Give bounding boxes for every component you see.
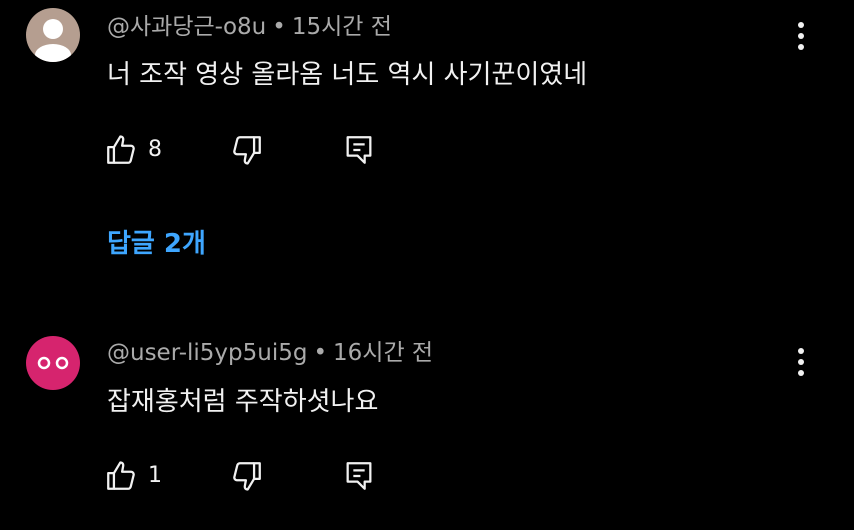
more-options-button[interactable]	[788, 345, 814, 379]
meta-separator: •	[313, 340, 328, 366]
dislike-button[interactable]	[230, 456, 264, 496]
like-count: 8	[148, 137, 162, 162]
like-count: 1	[148, 463, 162, 488]
reply-button[interactable]	[342, 456, 376, 496]
reply-comment-icon	[346, 462, 372, 490]
meta-separator: •	[272, 14, 286, 40]
avatar[interactable]	[26, 8, 80, 62]
comment-text: 잡재홍처럼 주작하셧나요	[107, 387, 379, 417]
avatar[interactable]	[26, 336, 80, 390]
dislike-button[interactable]	[230, 130, 264, 170]
thumbs-down-icon	[233, 462, 261, 491]
reply-comment-icon	[346, 136, 372, 164]
vertical-dots-icon	[798, 348, 804, 376]
comment-time: 15시간 전	[291, 14, 392, 40]
more-options-button[interactable]	[788, 19, 814, 53]
comment-actions: 1	[104, 456, 404, 496]
thumbs-down-icon	[233, 136, 261, 165]
comment-actions: 8	[104, 130, 404, 170]
like-button[interactable]: 8	[104, 130, 162, 170]
thumbs-up-icon	[107, 461, 135, 490]
comment-meta: @user-li5yp5ui5g • 16시간 전	[107, 338, 433, 368]
two-circles-icon	[26, 336, 80, 390]
like-button[interactable]: 1	[104, 456, 162, 496]
person-silhouette-icon	[26, 8, 80, 62]
comment-time: 16시간 전	[333, 340, 434, 366]
comment-author[interactable]: @user-li5yp5ui5g	[107, 340, 307, 366]
view-replies-link[interactable]: 답글 2개	[107, 226, 206, 262]
comment-text: 너 조작 영상 올라옴 너도 역시 사기꾼이였네	[107, 60, 588, 90]
comment-author[interactable]: @사과당근-o8u	[107, 14, 266, 40]
thumbs-up-icon	[107, 135, 135, 164]
reply-button[interactable]	[342, 130, 376, 170]
vertical-dots-icon	[798, 22, 804, 50]
comment-meta: @사과당근-o8u • 15시간 전	[107, 12, 392, 42]
